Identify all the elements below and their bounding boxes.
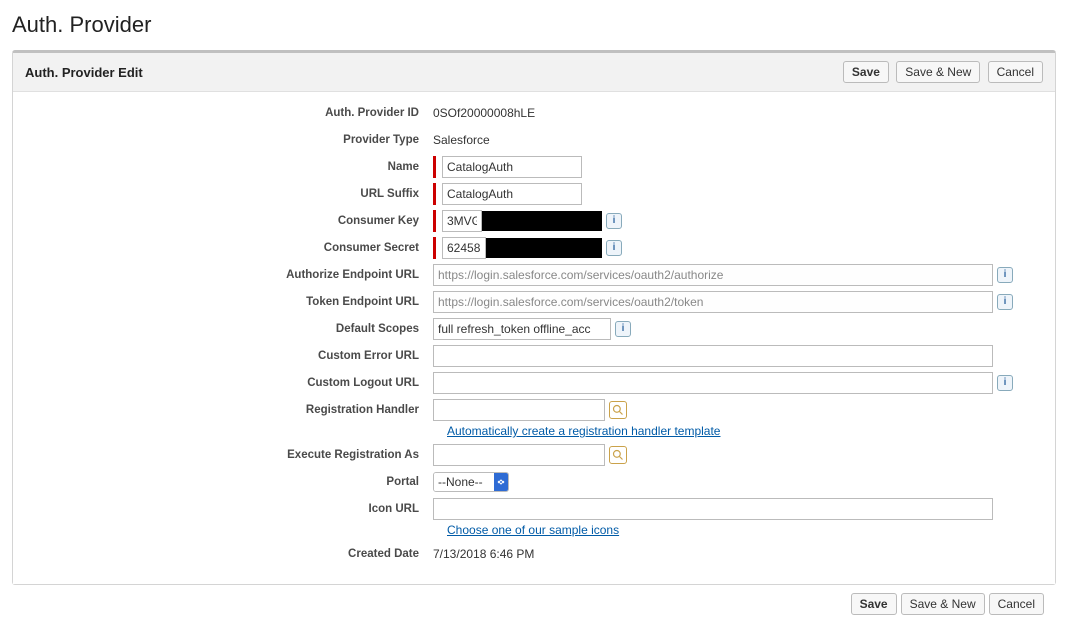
lookup-icon[interactable] <box>609 401 627 419</box>
auth-provider-id-value: 0SOf20000008hLE <box>433 106 535 120</box>
info-icon[interactable]: i <box>606 240 622 256</box>
page-title: Auth. Provider <box>12 12 1056 38</box>
cancel-button[interactable]: Cancel <box>988 61 1043 83</box>
panel-header: Auth. Provider Edit Save Save & New Canc… <box>13 53 1055 92</box>
authorize-url-label: Authorize Endpoint URL <box>33 269 433 281</box>
default-scopes-label: Default Scopes <box>33 323 433 335</box>
auto-create-handler-link[interactable]: Automatically create a registration hand… <box>447 424 720 438</box>
save-and-new-button[interactable]: Save & New <box>901 593 985 615</box>
name-input[interactable] <box>442 156 582 178</box>
save-button[interactable]: Save <box>851 593 897 615</box>
lookup-icon[interactable] <box>609 446 627 464</box>
required-indicator <box>433 183 436 205</box>
custom-error-url-input[interactable] <box>433 345 993 367</box>
icon-url-input[interactable] <box>433 498 993 520</box>
consumer-key-label: Consumer Key <box>33 215 433 227</box>
info-icon[interactable]: i <box>997 267 1013 283</box>
info-icon[interactable]: i <box>997 294 1013 310</box>
required-indicator <box>433 237 436 259</box>
header-buttons: Save Save & New Cancel <box>839 61 1043 83</box>
consumer-secret-input[interactable] <box>442 237 486 259</box>
edit-panel: Auth. Provider Edit Save Save & New Canc… <box>12 50 1056 585</box>
url-suffix-input[interactable] <box>442 183 582 205</box>
authorize-url-input[interactable] <box>433 264 993 286</box>
portal-select[interactable]: --None-- <box>434 473 494 491</box>
portal-label: Portal <box>33 476 433 488</box>
info-icon[interactable]: i <box>615 321 631 337</box>
info-icon[interactable]: i <box>606 213 622 229</box>
created-date-value: 7/13/2018 6:46 PM <box>433 547 534 561</box>
registration-handler-input[interactable] <box>433 399 605 421</box>
required-indicator <box>433 156 436 178</box>
consumer-secret-masked <box>486 238 602 258</box>
name-label: Name <box>33 161 433 173</box>
execute-registration-as-label: Execute Registration As <box>33 449 433 461</box>
token-url-input[interactable] <box>433 291 993 313</box>
footer-buttons: Save Save & New Cancel <box>12 585 1056 623</box>
execute-registration-as-input[interactable] <box>433 444 605 466</box>
save-button[interactable]: Save <box>843 61 889 83</box>
created-date-label: Created Date <box>33 548 433 560</box>
required-indicator <box>433 210 436 232</box>
icon-url-label: Icon URL <box>33 503 433 515</box>
auth-provider-id-label: Auth. Provider ID <box>33 107 433 119</box>
consumer-key-input[interactable] <box>442 210 482 232</box>
consumer-secret-label: Consumer Secret <box>33 242 433 254</box>
token-url-label: Token Endpoint URL <box>33 296 433 308</box>
consumer-key-masked <box>482 211 602 231</box>
panel-title: Auth. Provider Edit <box>25 65 143 80</box>
provider-type-value: Salesforce <box>433 133 490 147</box>
registration-handler-label: Registration Handler <box>33 404 433 416</box>
save-and-new-button[interactable]: Save & New <box>896 61 980 83</box>
sample-icons-link[interactable]: Choose one of our sample icons <box>447 523 619 537</box>
custom-logout-url-label: Custom Logout URL <box>33 377 433 389</box>
form-body: Auth. Provider ID 0SOf20000008hLE Provid… <box>13 92 1055 584</box>
url-suffix-label: URL Suffix <box>33 188 433 200</box>
cancel-button[interactable]: Cancel <box>989 593 1044 615</box>
custom-logout-url-input[interactable] <box>433 372 993 394</box>
provider-type-label: Provider Type <box>33 134 433 146</box>
info-icon[interactable]: i <box>997 375 1013 391</box>
custom-error-url-label: Custom Error URL <box>33 350 433 362</box>
chevron-down-icon <box>494 473 508 491</box>
default-scopes-input[interactable] <box>433 318 611 340</box>
